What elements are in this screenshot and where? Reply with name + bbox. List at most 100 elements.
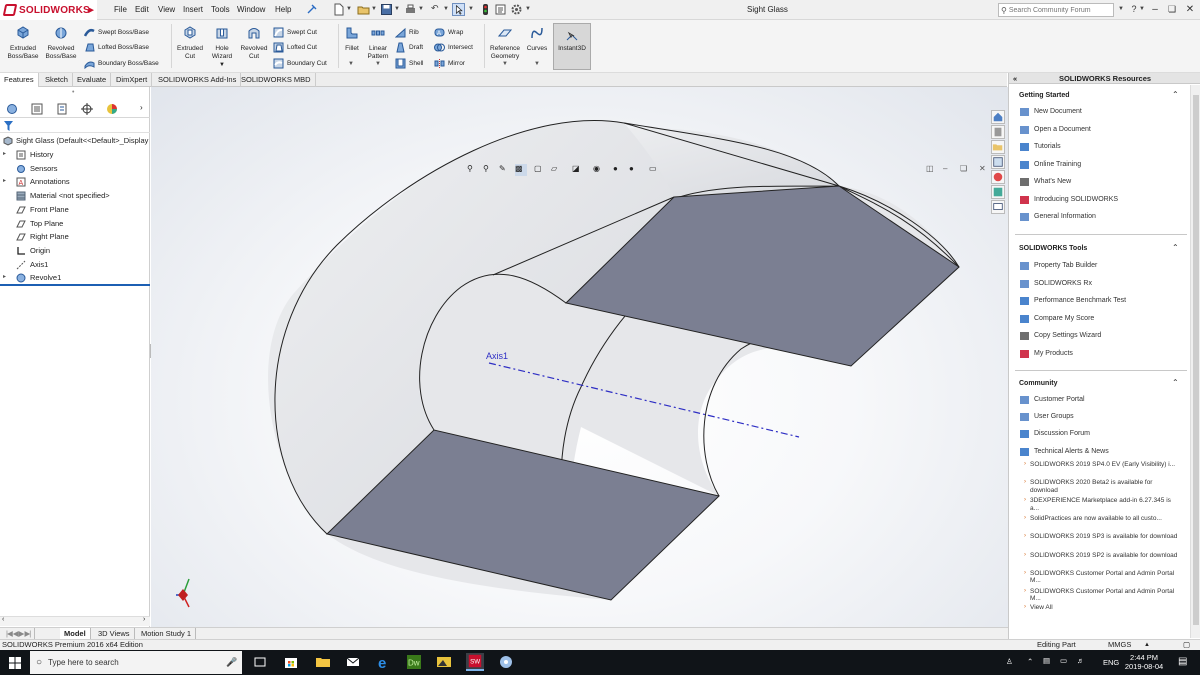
view-orientation-icon[interactable]: ▱ xyxy=(551,164,563,176)
menu-insert[interactable]: Insert xyxy=(183,5,203,14)
filter-icon[interactable] xyxy=(4,121,13,131)
custom-properties-icon[interactable] xyxy=(991,185,1005,199)
view-settings-icon[interactable]: ▭ xyxy=(649,164,661,176)
pattern-caret-icon[interactable]: ▼ xyxy=(375,61,381,67)
viewport-minimize-icon[interactable]: – xyxy=(943,164,947,173)
hole-wizard-caret-icon[interactable]: ▼ xyxy=(207,61,237,69)
microphone-icon[interactable]: 🎤 xyxy=(226,657,237,668)
menu-window[interactable]: Window xyxy=(237,5,265,14)
collapse-panel-icon[interactable]: « xyxy=(1013,73,1017,84)
design-library-icon[interactable] xyxy=(991,125,1005,139)
menu-file[interactable]: File xyxy=(114,5,127,14)
scroll-thumb[interactable] xyxy=(1193,95,1199,625)
taskbar-clock[interactable]: 2:44 PM 2019-08-04 xyxy=(1124,653,1164,671)
tab-features[interactable]: Features xyxy=(0,73,39,87)
pin-icon[interactable] xyxy=(305,3,318,16)
fillet-button[interactable]: Fillet xyxy=(341,22,363,53)
menu-view[interactable]: View xyxy=(158,5,175,14)
wrap-button[interactable]: A Wrap xyxy=(434,26,463,38)
tree-item[interactable]: Axis1 xyxy=(0,258,150,271)
viewport-close-icon[interactable]: ✕ xyxy=(979,164,986,173)
tree-item[interactable]: ▸ Revolve1 xyxy=(0,271,150,284)
help-caret-icon[interactable]: ▼ xyxy=(1139,6,1145,12)
curves-caret-icon[interactable]: ▼ xyxy=(534,61,540,67)
configuration-manager-tab-icon[interactable] xyxy=(56,103,68,115)
curves-button[interactable]: Curves xyxy=(525,22,549,53)
photos-app-icon[interactable] xyxy=(435,653,453,671)
draft-button[interactable]: Draft xyxy=(395,41,423,53)
revolved-cut-button[interactable]: Revolved Cut xyxy=(237,22,271,61)
compass-app-icon[interactable] xyxy=(497,653,515,671)
lofted-cut-button[interactable]: Lofted Cut xyxy=(273,41,317,53)
tree-item[interactable]: Top Plane xyxy=(0,217,150,230)
feature-manager-tab-icon[interactable] xyxy=(6,103,18,115)
tree-horizontal-scrollbar[interactable]: ‹ › xyxy=(0,616,150,626)
view-all-link[interactable]: › View All xyxy=(1024,604,1178,612)
news-item[interactable]: › SOLIDWORKS Customer Portal and Admin Po… xyxy=(1024,588,1178,603)
rebuild-icon[interactable] xyxy=(479,3,492,16)
open-caret-icon[interactable]: ▼ xyxy=(371,6,377,12)
resources-home-icon[interactable] xyxy=(991,110,1005,124)
tree-item[interactable]: Material <not specified> xyxy=(0,189,150,202)
store-icon[interactable] xyxy=(282,653,300,671)
action-center-icon[interactable]: ▤ xyxy=(1178,656,1187,667)
tab-sketch[interactable]: Sketch xyxy=(41,73,73,87)
file-explorer-taskbar-icon[interactable] xyxy=(314,653,332,671)
tab-addins[interactable]: SOLIDWORKS Add-Ins xyxy=(154,73,242,87)
view-palette-icon[interactable] xyxy=(991,155,1005,169)
task-view-icon[interactable] xyxy=(251,653,269,671)
extruded-boss-button[interactable]: Extruded Boss/Base xyxy=(4,22,42,61)
tree-item[interactable]: Front Plane xyxy=(0,203,150,216)
panel-grip[interactable]: • xyxy=(72,89,74,96)
news-item[interactable]: › SOLIDWORKS 2019 SP2 is available for do… xyxy=(1024,552,1178,560)
hole-wizard-button[interactable]: Hole Wizard ▼ xyxy=(207,22,237,69)
save-icon[interactable] xyxy=(380,3,393,16)
options-gear-icon[interactable] xyxy=(510,3,523,16)
file-properties-icon[interactable] xyxy=(494,3,507,16)
reference-geometry-caret-icon[interactable]: ▼ xyxy=(502,61,508,67)
tree-item[interactable]: Sensors xyxy=(0,162,150,175)
expand-arrow-icon[interactable]: ▸ xyxy=(3,148,6,161)
news-item[interactable]: › SOLIDWORKS Customer Portal and Admin Po… xyxy=(1024,570,1178,585)
solidworks-taskbar-icon[interactable]: SW xyxy=(466,653,484,671)
new-caret-icon[interactable]: ▼ xyxy=(346,6,352,12)
property-manager-tab-icon[interactable] xyxy=(31,103,43,115)
search-caret-icon[interactable]: ▼ xyxy=(1118,6,1124,12)
next-tab-arrow-icon[interactable]: › xyxy=(140,103,143,112)
shell-button[interactable]: Shell xyxy=(395,57,423,69)
minimize-button[interactable]: – xyxy=(1149,4,1161,15)
menu-edit[interactable]: Edit xyxy=(135,5,149,14)
expand-arrow-icon[interactable]: ▸ xyxy=(3,175,6,188)
tab-evaluate[interactable]: Evaluate xyxy=(73,73,112,87)
instant3d-button[interactable]: Instant3D xyxy=(553,23,591,70)
open-icon[interactable] xyxy=(357,3,370,16)
news-item[interactable]: › SOLIDWORKS 2019 SP3 is available for do… xyxy=(1024,533,1178,541)
language-indicator[interactable]: ENG xyxy=(1103,658,1119,667)
tree-item[interactable]: ▸ History xyxy=(0,148,150,161)
search-input[interactable] xyxy=(1008,6,1099,14)
news-item[interactable]: › 3DEXPERIENCE Marketplace add-in 6.27.34… xyxy=(1024,497,1178,512)
rib-button[interactable]: Rib xyxy=(395,26,419,38)
windows-start-icon[interactable] xyxy=(9,657,21,669)
options-caret-icon[interactable]: ▼ xyxy=(525,6,531,12)
zoom-to-fit-icon[interactable]: ⚲ xyxy=(467,164,479,176)
swept-cut-button[interactable]: Swept Cut xyxy=(273,26,317,38)
status-help-icon[interactable]: ▢ xyxy=(1183,640,1190,650)
select-caret-icon[interactable]: ▼ xyxy=(468,6,474,12)
edge-browser-icon[interactable]: e xyxy=(375,653,393,671)
dimxpert-manager-tab-icon[interactable] xyxy=(81,103,93,115)
boundary-cut-button[interactable]: Boundary Cut xyxy=(273,57,327,69)
undo-icon[interactable]: ↶ xyxy=(431,3,439,14)
rollback-bar[interactable] xyxy=(0,284,150,286)
linear-pattern-button[interactable]: Linear Pattern xyxy=(364,22,392,61)
print-icon[interactable] xyxy=(404,3,417,16)
reference-geometry-button[interactable]: Reference Geometry xyxy=(486,22,524,61)
mirror-button[interactable]: Mirror xyxy=(434,57,465,69)
swept-boss-button[interactable]: Swept Boss/Base xyxy=(84,26,149,38)
dreamweaver-icon[interactable]: Dw xyxy=(405,653,423,671)
axis1-label[interactable]: Axis1 xyxy=(486,351,508,361)
people-icon[interactable]: ♙ xyxy=(1006,657,1013,666)
solidworks-logo[interactable]: SOLIDWORKS ▶ xyxy=(0,0,97,20)
menu-help[interactable]: Help xyxy=(275,5,291,14)
menu-tools[interactable]: Tools xyxy=(211,5,230,14)
